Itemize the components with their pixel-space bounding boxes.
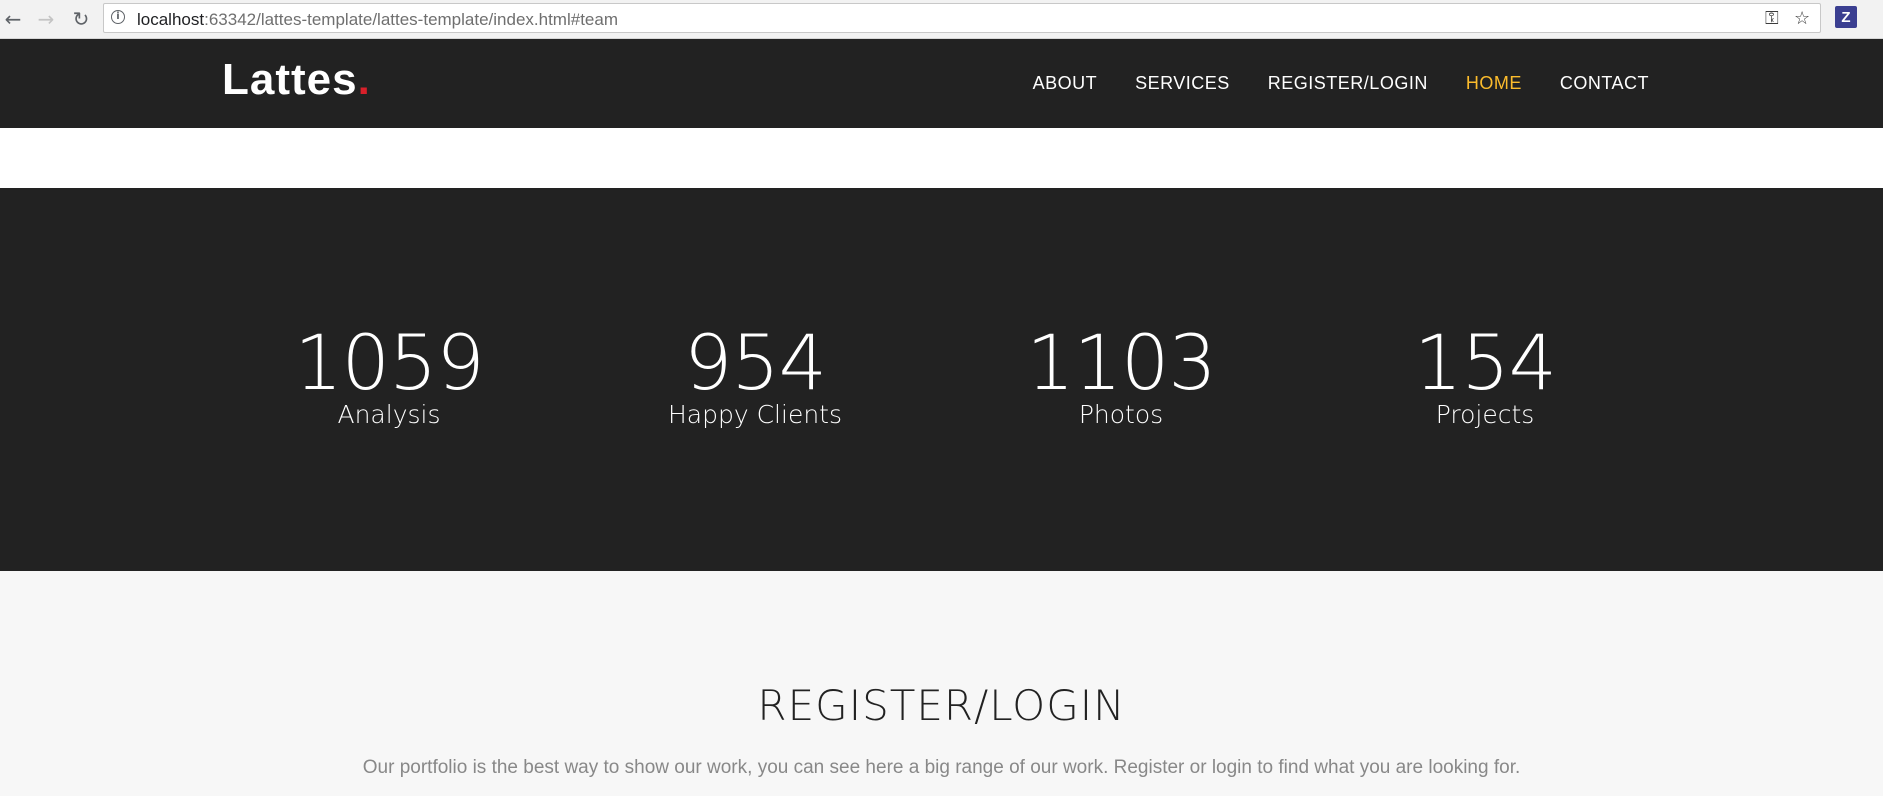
- url-text[interactable]: localhost:63342/lattes-template/lattes-t…: [137, 10, 618, 30]
- stats-section: 1059 Analysis 954 Happy Clients 1103 Pho…: [0, 188, 1883, 571]
- browser-toolbar: ← → ↻ i localhost:63342/lattes-template/…: [0, 0, 1883, 39]
- nav-contact[interactable]: CONTACT: [1560, 73, 1649, 94]
- extension-icon[interactable]: Z: [1835, 6, 1857, 28]
- logo-text: Lattes: [222, 55, 358, 104]
- address-bar[interactable]: i localhost:63342/lattes-template/lattes…: [103, 3, 1821, 33]
- main-nav: ABOUT SERVICES REGISTER/LOGIN HOME CONTA…: [1033, 73, 1649, 94]
- section-description: Our portfolio is the best way to show ou…: [362, 757, 1521, 778]
- nav-services[interactable]: SERVICES: [1135, 73, 1230, 94]
- stat-number: 1103: [1026, 318, 1216, 407]
- register-section: REGISTER/LOGIN Our portfolio is the best…: [0, 571, 1883, 796]
- stat-label: Photos: [1078, 400, 1164, 429]
- star-icon[interactable]: ☆: [1794, 8, 1810, 29]
- info-icon[interactable]: i: [111, 10, 125, 24]
- stat-analysis: 1059 Analysis: [229, 323, 549, 431]
- stat-label: Analysis: [337, 400, 441, 429]
- stat-happy-clients: 954 Happy Clients: [595, 323, 915, 431]
- logo-dot: .: [357, 55, 371, 104]
- stat-number: 954: [683, 318, 827, 407]
- stat-photos: 1103 Photos: [961, 323, 1281, 431]
- reload-icon[interactable]: ↻: [68, 6, 94, 32]
- url-path: :63342/lattes-template/lattes-template/i…: [204, 10, 618, 29]
- stat-label: Projects: [1435, 400, 1535, 429]
- forward-arrow-icon[interactable]: →: [33, 6, 59, 32]
- back-arrow-icon[interactable]: ←: [0, 6, 26, 32]
- stat-number: 1059: [294, 318, 484, 407]
- nav-about[interactable]: ABOUT: [1033, 73, 1098, 94]
- site-header: Lattes. ABOUT SERVICES REGISTER/LOGIN HO…: [0, 39, 1883, 128]
- nav-register-login[interactable]: REGISTER/LOGIN: [1268, 73, 1428, 94]
- url-host: localhost: [137, 10, 205, 29]
- stat-number: 154: [1413, 318, 1557, 407]
- stat-projects: 154 Projects: [1325, 323, 1645, 431]
- key-icon[interactable]: ⚿: [1765, 8, 1779, 29]
- stat-label: Happy Clients: [668, 400, 842, 429]
- section-title: REGISTER/LOGIN: [757, 681, 1126, 730]
- spacer: [0, 128, 1883, 188]
- nav-home[interactable]: HOME: [1466, 73, 1522, 94]
- logo[interactable]: Lattes.: [222, 55, 371, 105]
